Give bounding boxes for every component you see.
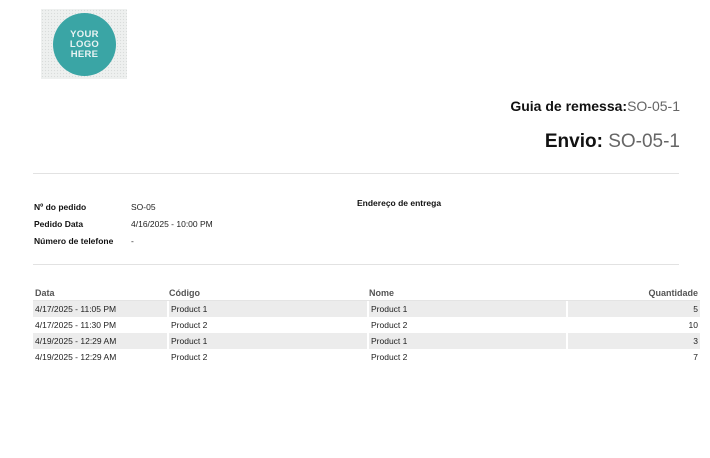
cell-code: Product 1 [167,333,367,349]
table-row: 4/17/2025 - 11:05 PM Product 1 Product 1… [33,301,700,317]
delivery-note-label: Guia de remessa: [510,98,628,114]
cell-date: 4/19/2025 - 12:29 AM [33,333,167,349]
items-table: Data Código Nome Quantidade 4/17/2025 - … [33,286,700,365]
cell-code: Product 2 [167,349,367,365]
shipment-title: Envio: SO-05-1 [545,131,680,153]
cell-code: Product 2 [167,317,367,333]
logo-text-line: LOGO [69,38,100,50]
cell-name: Product 1 [367,333,566,349]
delivery-note-number: SO-05-1 [627,98,680,114]
order-info: Nº do pedido SO-05 Pedido Data 4/16/2025… [34,198,213,249]
cell-date: 4/17/2025 - 11:05 PM [33,301,167,317]
cell-name: Product 2 [367,349,566,365]
divider [33,264,679,265]
column-header-code: Código [167,286,367,301]
divider [33,173,679,174]
order-date-label: Pedido Data [34,218,84,229]
cell-date: 4/17/2025 - 11:30 PM [35,320,117,330]
cell-quantity: 3 [566,333,700,349]
phone-label: Número de telefone [34,235,114,246]
table-row: 4/17/2025 - 11:30 PM Product 2 Product 2… [33,317,700,333]
table-row: 4/19/2025 - 12:29 AM Product 1 Product 1… [33,333,700,349]
order-info-row: Nº do pedido SO-05 [34,198,213,215]
company-logo: YOUR LOGO HERE [41,9,127,79]
cell-quantity: 7 [566,349,700,365]
order-number-value: SO-05 [131,201,156,212]
order-info-row: Número de telefone - [34,232,213,249]
phone-value: - [131,235,134,246]
column-header-date: Data [33,286,167,301]
column-header-quantity: Quantidade [566,286,700,301]
logo-text-line: YOUR [70,28,99,40]
cell-name: Product 1 [367,301,566,317]
shipment-number: SO-05-1 [608,131,680,152]
order-info-row: Pedido Data 4/16/2025 - 10:00 PM [34,215,213,232]
cell-quantity: 5 [566,301,700,317]
cell-date: 4/19/2025 - 12:29 AM [35,352,117,362]
order-number-label: Nº do pedido [34,201,87,212]
logo-text-line: HERE [70,48,99,60]
cell-code: Product 1 [167,301,367,317]
table-header-row: Data Código Nome Quantidade [33,286,700,301]
column-header-name: Nome [367,286,566,301]
cell-name: Product 2 [367,317,566,333]
shipment-label: Envio: [544,131,603,152]
delivery-address-label: Endereço de entrega [357,198,442,208]
logo-circle: YOUR LOGO HERE [53,13,116,76]
order-date-value: 4/16/2025 - 10:00 PM [131,218,213,229]
table-row: 4/19/2025 - 12:29 AM Product 2 Product 2… [33,349,700,365]
delivery-note-title: Guia de remessa:SO-05-1 [510,98,680,114]
cell-quantity: 10 [566,317,700,333]
